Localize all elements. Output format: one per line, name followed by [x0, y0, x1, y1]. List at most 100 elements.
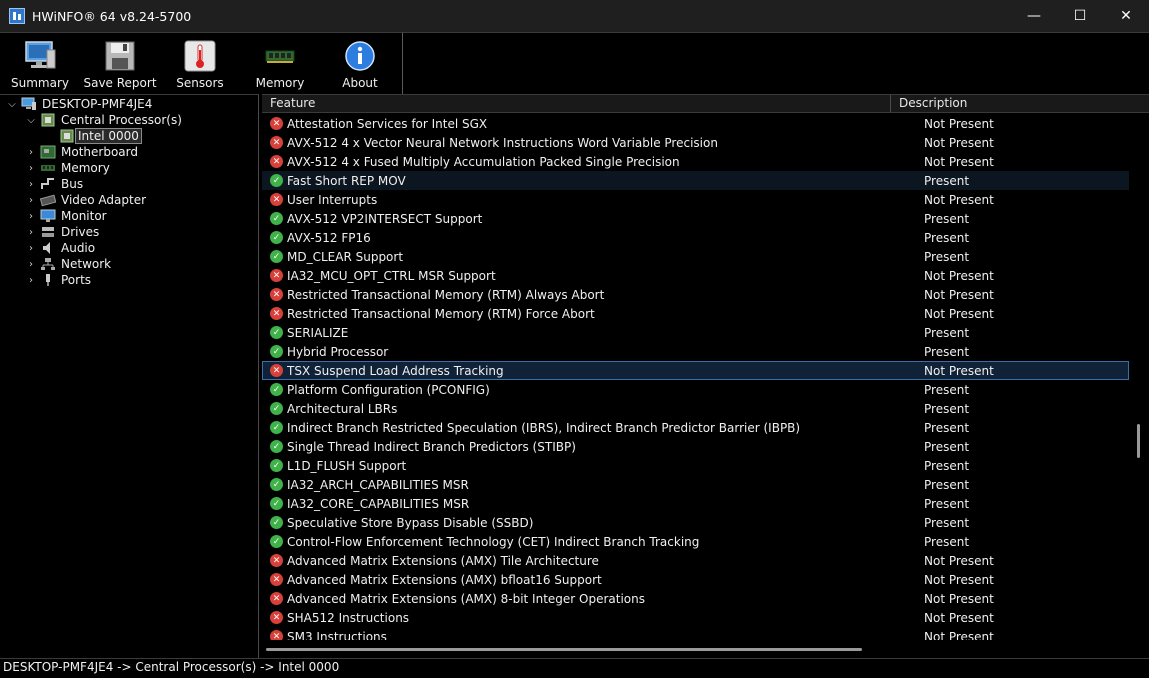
description-cell: Present — [924, 439, 970, 454]
table-row[interactable]: ✓ Hybrid Processor Present — [262, 342, 1129, 361]
table-row[interactable]: ✓ Control-Flow Enforcement Technology (CE… — [262, 532, 1129, 551]
thermometer-icon — [183, 39, 217, 73]
feature-cell: IA32_CORE_CAPABILITIES MSR — [287, 496, 470, 511]
table-row[interactable]: ✓ Fast Short REP MOV Present — [262, 171, 1129, 190]
table-row[interactable]: ✕ IA32_MCU_OPT_CTRL MSR Support Not Presen… — [262, 266, 1129, 285]
chevron-down-icon[interactable]: ⌵ — [25, 114, 37, 126]
cross-icon: ✕ — [270, 573, 283, 586]
table-row[interactable]: ✓ IA32_CORE_CAPABILITIES MSR Present — [262, 494, 1129, 513]
table-row[interactable]: ✓ Speculative Store Bypass Disable (SSBD)… — [262, 513, 1129, 532]
chevron-right-icon[interactable]: › — [25, 210, 37, 222]
minimize-button[interactable]: — — [1011, 0, 1057, 32]
feature-cell: AVX-512 VP2INTERSECT Support — [287, 211, 483, 226]
drive-icon — [40, 225, 56, 239]
tree-item-motherboard[interactable]: › Motherboard — [0, 144, 258, 160]
memory-button[interactable]: Memory — [240, 33, 320, 93]
feature-cell: MD_CLEAR Support — [287, 249, 404, 264]
tree-item-cpu-intel-0000[interactable]: Intel 0000 — [0, 128, 258, 144]
table-row[interactable]: ✕ SM3 Instructions Not Present — [262, 627, 1129, 640]
column-header-feature[interactable]: Feature — [262, 95, 891, 112]
summary-button[interactable]: Summary — [0, 33, 80, 93]
table-row[interactable]: ✕ TSX Suspend Load Address Tracking Not Pr… — [262, 361, 1129, 380]
table-row[interactable]: ✓ MD_CLEAR Support Present — [262, 247, 1129, 266]
window-controls: — ☐ ✕ — [1011, 0, 1149, 32]
table-row[interactable]: ✕ User Interrupts Not Present — [262, 190, 1129, 209]
table-row[interactable]: ✕ Restricted Transactional Memory (RTM) F… — [262, 304, 1129, 323]
table-row[interactable]: ✓ AVX-512 VP2INTERSECT Support Present — [262, 209, 1129, 228]
feature-cell: AVX-512 4 x Fused Multiply Accumulation … — [287, 154, 680, 169]
port-icon — [40, 273, 56, 287]
tree-item-monitor[interactable]: › Monitor — [0, 208, 258, 224]
feature-cell: IA32_MCU_OPT_CTRL MSR Support — [287, 268, 496, 283]
tree-item-drives[interactable]: › Drives — [0, 224, 258, 240]
table-row[interactable]: ✓ AVX-512 FP16 Present — [262, 228, 1129, 247]
description-cell: Present — [924, 382, 970, 397]
toolbar: Summary Save Report Sensors Memory About — [0, 32, 403, 94]
table-row[interactable]: ✓ SERIALIZE Present — [262, 323, 1129, 342]
tree-label-bus: Bus — [61, 177, 84, 191]
feature-cell: AVX-512 4 x Vector Neural Network Instru… — [287, 135, 718, 150]
table-row[interactable]: ✓ IA32_ARCH_CAPABILITIES MSR Present — [262, 475, 1129, 494]
vertical-scrollbar-thumb[interactable] — [1137, 424, 1140, 458]
tree-item-network[interactable]: › Network — [0, 256, 258, 272]
table-row[interactable]: ✓ Single Thread Indirect Branch Predictor… — [262, 437, 1129, 456]
tree-item-root[interactable]: ⌵ DESKTOP-PMF4JE4 — [0, 96, 258, 112]
chevron-right-icon[interactable]: › — [25, 146, 37, 158]
chevron-right-icon[interactable]: › — [25, 258, 37, 270]
table-row[interactable]: ✕ Advanced Matrix Extensions (AMX) Tile A… — [262, 551, 1129, 570]
tree-item-memory[interactable]: › Memory — [0, 160, 258, 176]
title-bar: HWiNFO® 64 v8.24-5700 — ☐ ✕ — [0, 0, 1149, 32]
table-row[interactable]: ✕ AVX-512 4 x Fused Multiply Accumulation… — [262, 152, 1129, 171]
chevron-right-icon[interactable]: › — [25, 274, 37, 286]
description-cell: Present — [924, 173, 970, 188]
tree-item-audio[interactable]: › Audio — [0, 240, 258, 256]
table-row[interactable]: ✕ Advanced Matrix Extensions (AMX) 8-bit … — [262, 589, 1129, 608]
horizontal-scrollbar[interactable] — [262, 640, 1129, 659]
table-row[interactable]: ✕ AVX-512 4 x Vector Neural Network Instr… — [262, 133, 1129, 152]
description-cell: Not Present — [924, 192, 994, 207]
chevron-right-icon[interactable]: › — [25, 242, 37, 254]
cross-icon: ✕ — [270, 554, 283, 567]
save-report-button[interactable]: Save Report — [80, 33, 160, 93]
device-tree: ⌵ DESKTOP-PMF4JE4 ⌵ Central Processor(s)… — [0, 94, 259, 658]
table-row[interactable]: ✓ Architectural LBRs Present — [262, 399, 1129, 418]
sensors-button[interactable]: Sensors — [160, 33, 240, 93]
cross-icon: ✕ — [270, 307, 283, 320]
chevron-right-icon[interactable]: › — [25, 194, 37, 206]
tree-item-bus[interactable]: › Bus — [0, 176, 258, 192]
horizontal-scrollbar-thumb[interactable] — [266, 648, 862, 651]
table-row[interactable]: ✓ L1D_FLUSH Support Present — [262, 456, 1129, 475]
check-icon: ✓ — [270, 459, 283, 472]
table-row[interactable]: ✕ Attestation Services for Intel SGX Not P… — [262, 114, 1129, 133]
check-icon: ✓ — [270, 535, 283, 548]
memory-module-icon — [263, 39, 297, 73]
table-row[interactable]: ✕ Advanced Matrix Extensions (AMX) bfloat… — [262, 570, 1129, 589]
cross-icon: ✕ — [270, 193, 283, 206]
chevron-down-icon[interactable]: ⌵ — [6, 98, 18, 110]
motherboard-icon — [40, 145, 56, 159]
description-cell: Not Present — [924, 154, 994, 169]
description-cell: Not Present — [924, 610, 994, 625]
monitor-icon — [23, 39, 57, 73]
chevron-right-icon[interactable]: › — [25, 178, 37, 190]
tree-item-video-adapter[interactable]: › Video Adapter — [0, 192, 258, 208]
vertical-scrollbar[interactable] — [1129, 114, 1149, 640]
check-icon: ✓ — [270, 174, 283, 187]
table-row[interactable]: ✓ Indirect Branch Restricted Speculation … — [262, 418, 1129, 437]
cross-icon: ✕ — [270, 269, 283, 282]
close-button[interactable]: ✕ — [1103, 0, 1149, 32]
table-row[interactable]: ✓ Platform Configuration (PCONFIG) Present — [262, 380, 1129, 399]
tree-item-cpu[interactable]: ⌵ Central Processor(s) — [0, 112, 258, 128]
table-row[interactable]: ✕ SHA512 Instructions Not Present — [262, 608, 1129, 627]
computer-icon — [21, 97, 37, 111]
description-cell: Not Present — [924, 629, 994, 641]
feature-cell: AVX-512 FP16 — [287, 230, 371, 245]
maximize-button[interactable]: ☐ — [1057, 0, 1103, 32]
column-header-description[interactable]: Description — [891, 95, 1131, 112]
feature-cell: SM3 Instructions — [287, 629, 387, 641]
about-button[interactable]: About — [320, 33, 400, 93]
chevron-right-icon[interactable]: › — [25, 226, 37, 238]
table-row[interactable]: ✕ Restricted Transactional Memory (RTM) A… — [262, 285, 1129, 304]
tree-item-ports[interactable]: › Ports — [0, 272, 258, 288]
chevron-right-icon[interactable]: › — [25, 162, 37, 174]
